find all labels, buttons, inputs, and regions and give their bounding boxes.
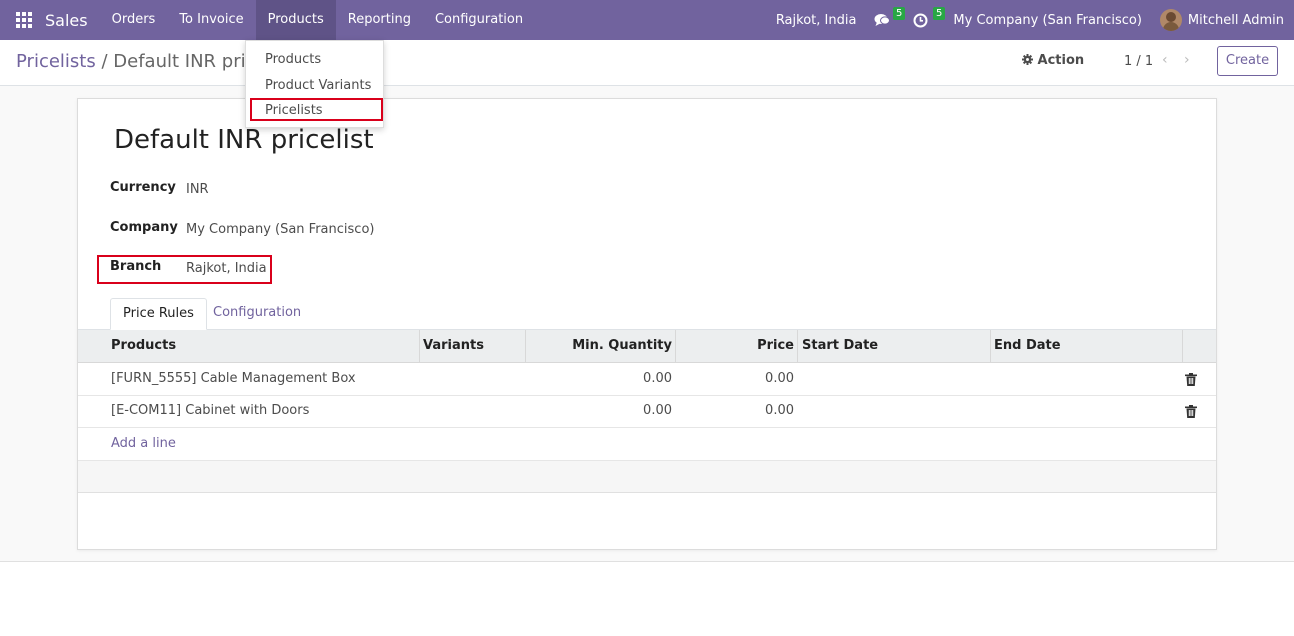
tab-configuration[interactable]: Configuration (201, 298, 313, 330)
gear-icon (1022, 54, 1033, 65)
action-label: Action (1037, 53, 1085, 68)
add-line-link[interactable]: Add a line (111, 436, 176, 451)
breadcrumb-separator: / (101, 51, 108, 72)
clock-icon (913, 13, 928, 27)
menu-products[interactable]: Products (255, 0, 336, 40)
control-panel: Pricelists / Default INR pricelist Actio… (0, 40, 1294, 86)
form-tabs: Price Rules Configuration (78, 298, 1216, 330)
products-dropdown: Products Product Variants Pricelists (245, 40, 384, 128)
form-sheet: Default INR pricelist Currency INR Compa… (77, 98, 1217, 550)
row-min-quantity[interactable]: 0.00 (528, 395, 672, 427)
grid-icon[interactable] (16, 12, 32, 28)
company-label: Company (110, 220, 178, 235)
pager-value[interactable]: 1 / 1 (1124, 54, 1153, 69)
row-min-quantity[interactable]: 0.00 (528, 363, 672, 395)
messages-button[interactable]: 5 (865, 0, 906, 40)
col-price[interactable]: Price (678, 330, 794, 363)
table-footer-row (78, 460, 1216, 493)
company-field[interactable]: My Company (San Francisco) (186, 222, 374, 237)
pricelist-title[interactable]: Default INR pricelist (114, 125, 374, 155)
table-header: Products Variants Min. Quantity Price St… (78, 330, 1216, 363)
currency-field[interactable]: INR (186, 182, 209, 197)
row-price[interactable]: 0.00 (678, 363, 794, 395)
col-variants[interactable]: Variants (423, 330, 484, 363)
create-button[interactable]: Create (1217, 46, 1278, 76)
table-row[interactable]: [E-COM11] Cabinet with Doors 0.00 0.00 (78, 395, 1216, 428)
col-end-date[interactable]: End Date (994, 330, 1061, 363)
col-divider (797, 330, 798, 363)
col-min-quantity[interactable]: Min. Quantity (528, 330, 672, 363)
currency-label: Currency (110, 180, 176, 195)
row-product[interactable]: [FURN_5555] Cable Management Box (111, 363, 356, 395)
breadcrumb-pricelists[interactable]: Pricelists (16, 51, 96, 72)
branch-switcher[interactable]: Rajkot, India (767, 0, 866, 40)
chevron-right-icon[interactable]: › (1184, 52, 1190, 68)
col-divider (525, 330, 526, 363)
dropdown-item-products[interactable]: Products (265, 52, 321, 67)
app-name[interactable]: Sales (45, 11, 88, 30)
activities-button[interactable]: 5 (904, 0, 946, 40)
menu-orders[interactable]: Orders (100, 0, 168, 40)
user-name: Mitchell Admin (1187, 12, 1284, 28)
dropdown-item-pricelists[interactable]: Pricelists (265, 103, 323, 118)
tab-price-rules[interactable]: Price Rules (110, 298, 207, 330)
branch-field[interactable]: Rajkot, India (186, 261, 267, 276)
avatar (1159, 9, 1182, 31)
user-menu[interactable]: Mitchell Admin (1151, 0, 1294, 40)
table-row[interactable]: [FURN_5555] Cable Management Box 0.00 0.… (78, 363, 1216, 396)
col-divider (1182, 330, 1183, 363)
dropdown-item-product-variants[interactable]: Product Variants (265, 78, 371, 93)
menu-to-invoice[interactable]: To Invoice (167, 0, 255, 40)
action-button[interactable]: Action (1022, 53, 1084, 68)
menu-reporting[interactable]: Reporting (336, 0, 423, 40)
top-navbar: Sales Orders To Invoice Products Reporti… (0, 0, 1294, 40)
col-divider (419, 330, 420, 363)
branch-label: Branch (110, 259, 162, 274)
chat-icon (874, 14, 891, 26)
row-product[interactable]: [E-COM11] Cabinet with Doors (111, 395, 309, 427)
col-products[interactable]: Products (111, 330, 176, 363)
company-switcher[interactable]: My Company (San Francisco) (944, 0, 1150, 40)
col-divider (675, 330, 676, 363)
menu-configuration[interactable]: Configuration (423, 0, 535, 40)
col-divider (990, 330, 991, 363)
chevron-left-icon[interactable]: ‹ (1162, 52, 1168, 68)
col-start-date[interactable]: Start Date (802, 330, 878, 363)
trash-icon[interactable] (1185, 405, 1197, 418)
row-price[interactable]: 0.00 (678, 395, 794, 427)
trash-icon[interactable] (1185, 373, 1197, 386)
